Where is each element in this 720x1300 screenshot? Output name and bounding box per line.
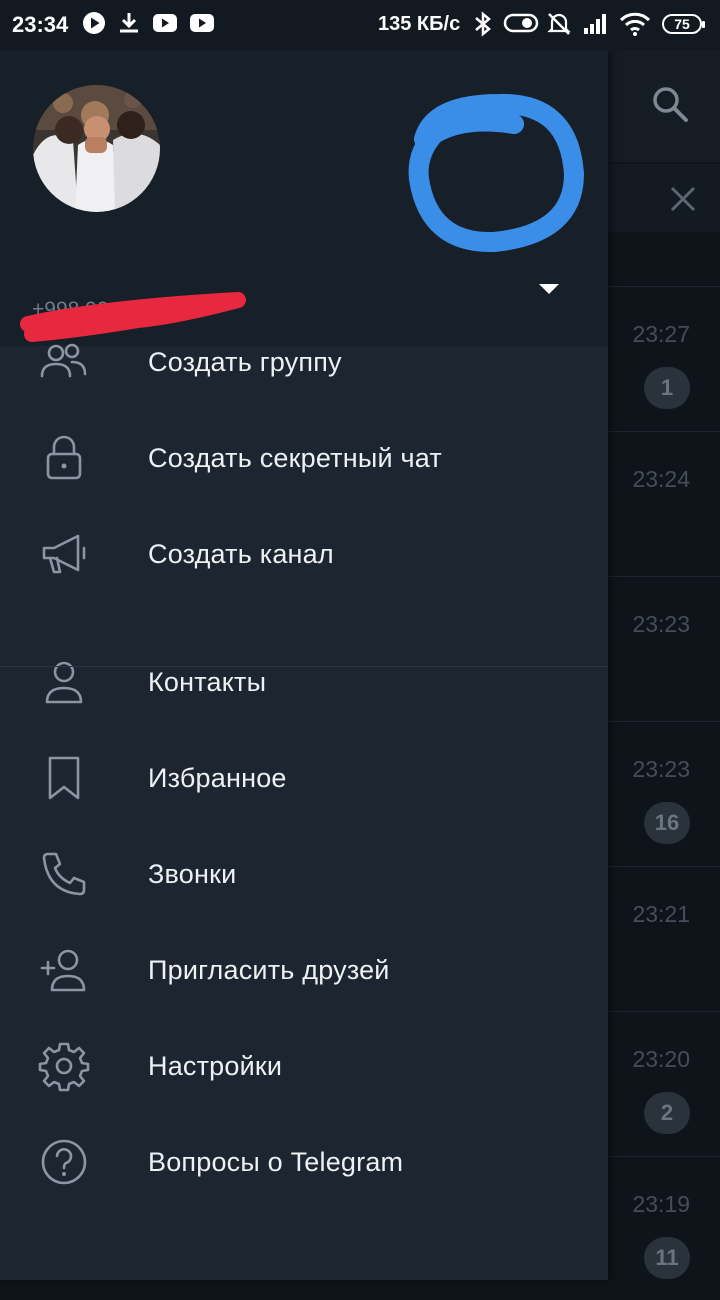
menu-item-gear[interactable]: Настройки bbox=[0, 1018, 608, 1114]
chat-row[interactable]: 23:19 11 bbox=[608, 1156, 720, 1300]
search-icon[interactable] bbox=[650, 84, 690, 124]
chat-time: 23:23 bbox=[632, 611, 690, 637]
menu-item-label: Пригласить друзей bbox=[148, 955, 390, 985]
chat-list-banner bbox=[608, 164, 720, 232]
gear-icon bbox=[38, 1042, 90, 1092]
megaphone-icon bbox=[42, 534, 86, 574]
chat-time: 23:24 bbox=[632, 466, 690, 492]
menu-item-lock[interactable]: Создать секретный чат bbox=[0, 410, 608, 506]
group-icon bbox=[40, 343, 87, 378]
chat-time: 23:20 bbox=[632, 1046, 690, 1072]
menu-item-megaphone[interactable]: Создать канал bbox=[0, 506, 608, 602]
chevron-down-icon[interactable] bbox=[538, 282, 560, 296]
youtube-icon bbox=[153, 14, 177, 32]
chat-row[interactable]: 23:20 2 bbox=[608, 1011, 720, 1155]
status-time: 23:34 bbox=[12, 12, 69, 37]
menu-item-label: Настройки bbox=[148, 1051, 283, 1081]
mute-icon bbox=[547, 13, 571, 35]
contact-icon bbox=[45, 661, 83, 704]
chat-row[interactable]: 23:21 bbox=[608, 866, 720, 1010]
menu-item-group[interactable]: Создать группу bbox=[0, 314, 608, 410]
youtube-icon bbox=[190, 14, 214, 32]
menu-item-label: Создать канал bbox=[148, 539, 334, 569]
status-bar: 23:34 135 КБ/с 75 bbox=[0, 0, 720, 50]
add-user-icon bbox=[40, 949, 86, 992]
close-icon[interactable] bbox=[668, 184, 698, 214]
menu-item-contact[interactable]: Контакты bbox=[0, 634, 608, 730]
navigation-drawer: +998 90 Создать группу Создать секретный … bbox=[0, 50, 608, 1280]
menu-item-label: Контакты bbox=[148, 667, 267, 697]
blue-scribble-overlay bbox=[408, 94, 584, 253]
signal-icon bbox=[584, 14, 606, 34]
chat-row[interactable]: 23:27 1 bbox=[608, 286, 720, 430]
unread-badge: 11 bbox=[644, 1237, 690, 1279]
chat-row[interactable]: 23:23 bbox=[608, 576, 720, 720]
help-icon bbox=[41, 1139, 87, 1185]
menu-item-label: Избранное bbox=[148, 763, 287, 793]
chat-row[interactable]: 23:24 bbox=[608, 431, 720, 575]
battery-icon: 75 bbox=[662, 14, 705, 34]
menu-divider bbox=[0, 666, 608, 667]
unread-badge: 2 bbox=[644, 1092, 690, 1134]
bluetooth-icon bbox=[475, 11, 491, 37]
menu-item-label: Вопросы о Telegram bbox=[148, 1147, 404, 1177]
chat-time: 23:23 bbox=[632, 756, 690, 782]
download-icon bbox=[120, 13, 138, 33]
play-icon bbox=[83, 12, 105, 34]
network-speed: 135 КБ/с bbox=[378, 13, 461, 35]
chat-time: 23:19 bbox=[632, 1191, 690, 1217]
chat-row[interactable]: 23:23 16 bbox=[608, 721, 720, 865]
phone-icon bbox=[42, 852, 86, 896]
menu-item-phone[interactable]: Звонки bbox=[0, 826, 608, 922]
toggle-icon bbox=[503, 13, 539, 33]
wifi-icon bbox=[619, 12, 651, 36]
unread-badge: 16 bbox=[644, 802, 690, 844]
menu-item-label: Создать группу bbox=[148, 347, 342, 377]
unread-badge: 1 bbox=[644, 367, 690, 409]
drawer-header: +998 90 bbox=[0, 50, 608, 346]
bookmark-icon bbox=[48, 756, 80, 800]
menu-item-bookmark[interactable]: Избранное bbox=[0, 730, 608, 826]
menu-item-label: Создать секретный чат bbox=[148, 443, 442, 473]
chat-time: 23:27 bbox=[632, 321, 690, 347]
lock-icon bbox=[46, 435, 82, 480]
menu-item-help[interactable]: Вопросы о Telegram bbox=[0, 1114, 608, 1210]
avatar[interactable] bbox=[33, 85, 160, 212]
chat-time: 23:21 bbox=[632, 901, 690, 927]
menu-item-label: Звонки bbox=[148, 859, 237, 889]
menu-item-add-user[interactable]: Пригласить друзей bbox=[0, 922, 608, 1018]
